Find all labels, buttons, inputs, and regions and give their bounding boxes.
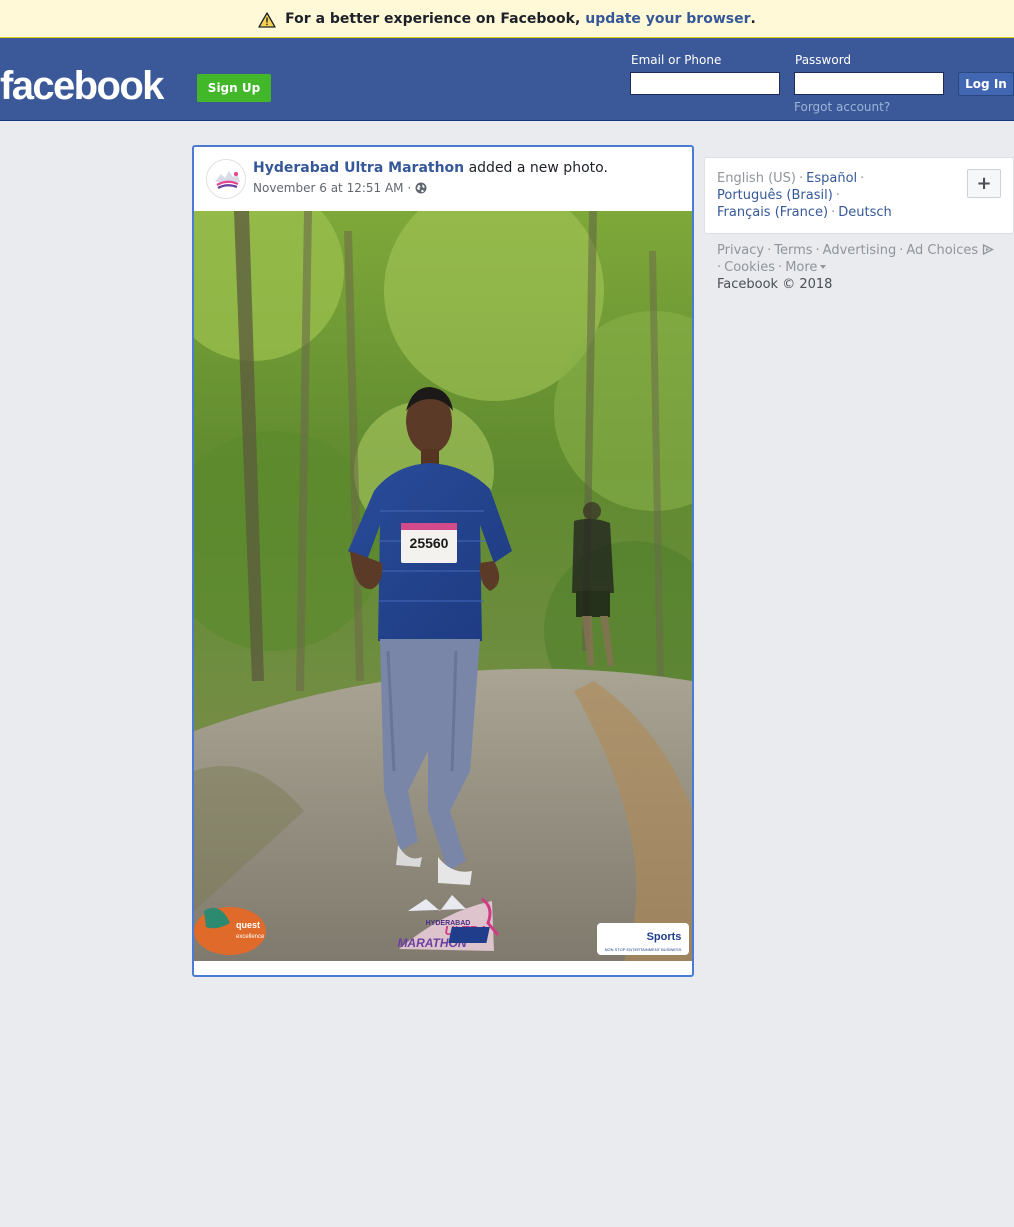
meta-separator: ·	[407, 181, 412, 195]
language-selector: English (US) · Español · Português (Brasil)…	[704, 157, 1014, 234]
password-input[interactable]	[794, 72, 944, 95]
sponsor-right-word: Sports	[647, 931, 682, 943]
email-label: Email or Phone	[631, 53, 722, 67]
footer-link-ad-choices[interactable]: Ad Choices	[906, 243, 995, 258]
marathon-avatar-logo	[207, 160, 245, 198]
post-header: Hyderabad Ultra Marathon added a new pho…	[194, 147, 692, 211]
runner-photo: 25560 quest excellence HYDERABAD ULTRA M…	[194, 211, 692, 961]
footer-link-terms[interactable]: Terms	[774, 243, 812, 258]
update-browser-link[interactable]: update your browser	[585, 11, 750, 27]
top-header: facebook Sign Up Email or Phone Password…	[0, 38, 1014, 121]
page-footer: Privacy · Terms · Advertising · Ad Choices · Co…	[717, 242, 1007, 293]
password-label: Password	[795, 53, 852, 67]
ad-choices-icon	[983, 244, 995, 255]
ad-choices-label: Ad Choices	[906, 243, 979, 258]
browser-warning-banner: For a better experience on Facebook, upd…	[0, 0, 1014, 38]
language-link-es[interactable]: Español	[806, 171, 857, 186]
copyright-text: Facebook © 2018	[717, 277, 833, 292]
post-action-text: added a new photo.	[464, 160, 608, 176]
sponsor-right-brand: NEB	[610, 929, 636, 943]
log-in-button[interactable]: Log In	[958, 72, 1014, 96]
facebook-logo[interactable]: facebook	[0, 62, 164, 110]
banner-message: For a better experience on Facebook,	[285, 10, 581, 27]
globe-icon[interactable]	[415, 182, 427, 194]
language-link-de[interactable]: Deutsch	[838, 205, 892, 220]
language-link-fr[interactable]: Français (France)	[717, 205, 828, 220]
current-language: English (US)	[717, 171, 796, 186]
post-card: Hyderabad Ultra Marathon added a new pho…	[192, 145, 694, 977]
footer-more-label: More	[785, 260, 818, 275]
footer-link-cookies[interactable]: Cookies	[724, 260, 775, 275]
sponsor-left-line2: excellence	[236, 934, 265, 940]
footer-link-advertising[interactable]: Advertising	[823, 243, 897, 258]
sponsor-right-tagline: NON STOP ENTERTAINMENT BUSINESS	[605, 947, 682, 952]
chevron-down-icon	[820, 265, 827, 269]
post-author-link[interactable]: Hyderabad Ultra Marathon	[253, 160, 464, 176]
more-languages-button[interactable]: +	[967, 169, 1001, 198]
email-input[interactable]	[630, 72, 780, 95]
bib-number: 25560	[410, 535, 449, 551]
sponsor-left-line1: quest	[236, 920, 260, 930]
post-photo[interactable]: 25560 quest excellence HYDERABAD ULTRA M…	[194, 211, 692, 961]
post-timestamp[interactable]: November 6 at 12:51 AM	[253, 181, 404, 195]
sign-up-button[interactable]: Sign Up	[197, 74, 271, 102]
warning-icon	[258, 11, 276, 28]
page-avatar[interactable]	[206, 159, 246, 199]
language-list: English (US) · Español · Português (Brasil)…	[717, 171, 892, 220]
post-title: Hyderabad Ultra Marathon added a new pho…	[253, 160, 608, 176]
footer-link-privacy[interactable]: Privacy	[717, 243, 764, 258]
footer-link-more[interactable]: More	[785, 260, 827, 275]
forgot-account-link[interactable]: Forgot account?	[794, 100, 890, 114]
banner-period: .	[750, 10, 756, 27]
language-link-pt[interactable]: Português (Brasil)	[717, 188, 833, 203]
post-meta: November 6 at 12:51 AM ·	[253, 181, 427, 195]
